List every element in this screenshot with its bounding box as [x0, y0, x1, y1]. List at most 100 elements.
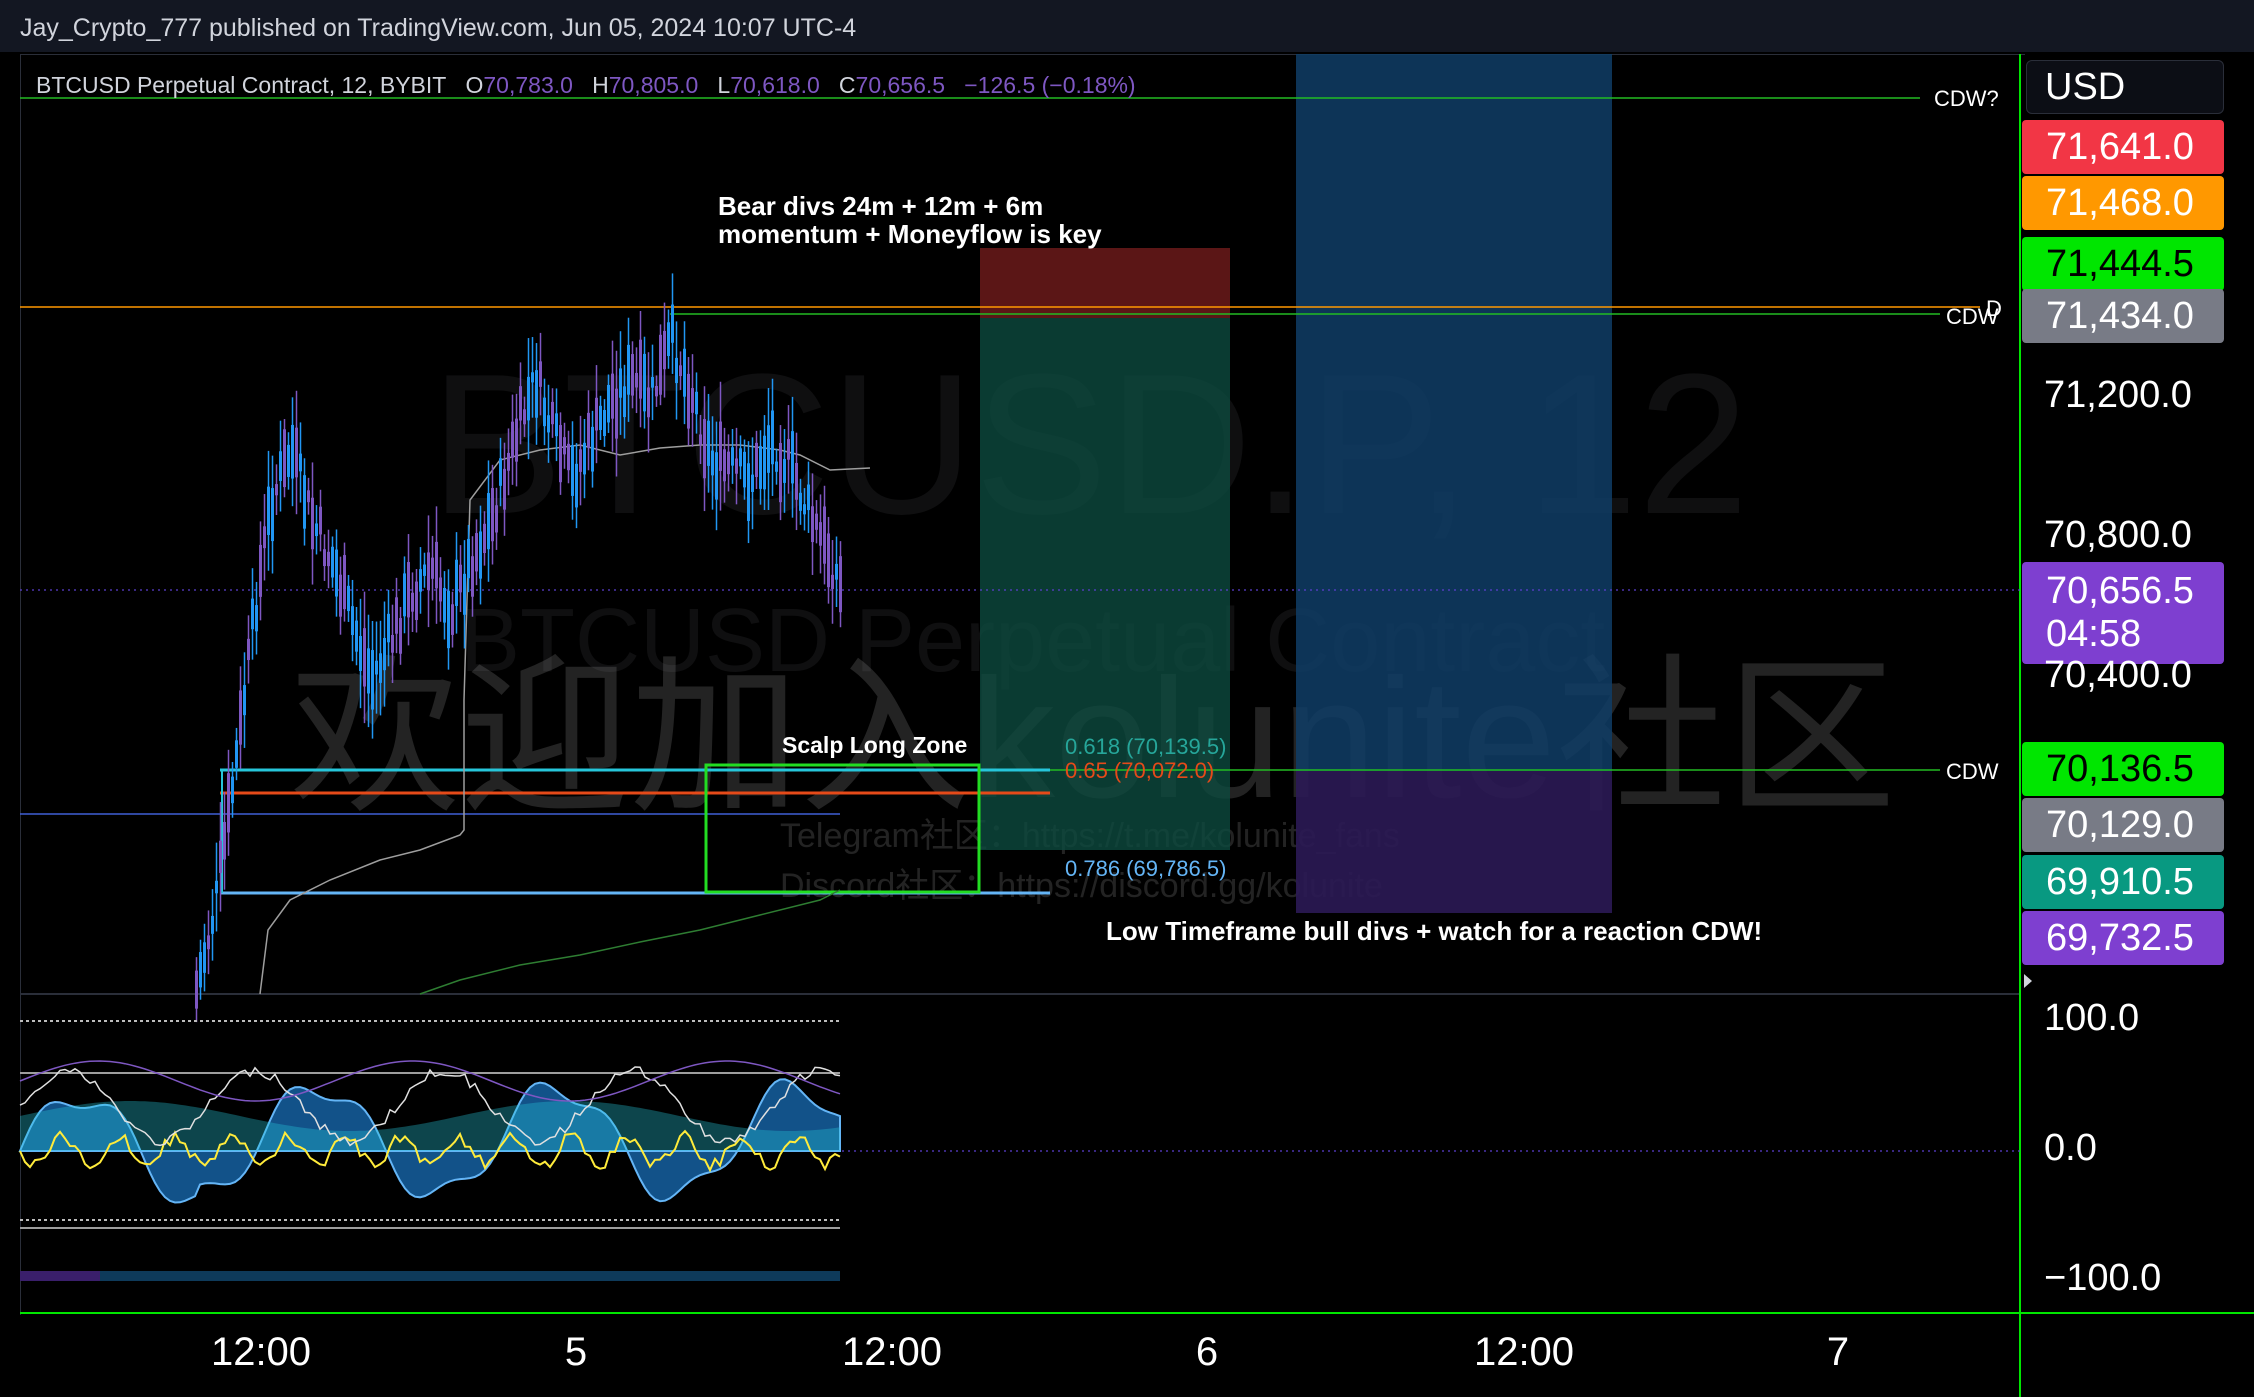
- candle-body: [499, 458, 502, 486]
- candle-body: [223, 822, 226, 860]
- candle-body: [467, 538, 470, 579]
- candle-body: [807, 484, 810, 511]
- candle-body: [803, 504, 806, 515]
- candle-body: [735, 458, 738, 474]
- candle-body: [639, 339, 642, 399]
- high-value: 70,805.0: [608, 72, 699, 98]
- candle-body: [627, 344, 630, 395]
- high-label: H: [592, 72, 609, 98]
- symbol-legend[interactable]: BTCUSD Perpetual Contract, 12, BYBIT O70…: [36, 72, 1136, 99]
- candle-body: [563, 437, 566, 455]
- candle-body: [659, 334, 662, 395]
- candle-body: [507, 452, 510, 471]
- candle-body: [743, 451, 746, 488]
- candle-body: [703, 419, 706, 479]
- time-axis-label: 6: [1195, 1330, 1219, 1374]
- candle-body: [527, 376, 530, 421]
- low-tf-note[interactable]: Low Timeframe bull divs + watch for a re…: [1106, 916, 1762, 947]
- candle-body: [623, 386, 626, 418]
- candle-body: [503, 468, 506, 510]
- symbol-name[interactable]: BTCUSD Perpetual Contract, 12, BYBIT: [36, 72, 446, 98]
- candle-body: [483, 523, 486, 554]
- open-value: 70,783.0: [483, 72, 573, 98]
- bar-countdown: 04:58: [2046, 613, 2142, 655]
- candle-body: [539, 361, 542, 387]
- candle-body: [303, 475, 306, 529]
- candle-body: [343, 555, 346, 610]
- time-axis-label: 12:00: [1473, 1330, 1575, 1374]
- price-axis-label: 71,200.0: [2044, 374, 2192, 416]
- candle-body: [615, 388, 618, 439]
- osc-axis-label: 0.0: [2044, 1127, 2097, 1169]
- candle-body: [515, 418, 518, 462]
- candle-body: [579, 449, 582, 472]
- candle-body: [695, 391, 698, 415]
- candle-body: [655, 385, 658, 397]
- candle-body: [451, 604, 454, 635]
- bear-note-line1[interactable]: Bear divs 24m + 12m + 6m: [718, 191, 1043, 222]
- candle-body: [691, 388, 694, 413]
- candle-body: [731, 447, 734, 466]
- candle-body: [375, 660, 378, 675]
- candle-body: [215, 880, 218, 894]
- candle-body: [543, 397, 546, 427]
- candle-body: [371, 650, 374, 710]
- candle-body: [411, 592, 414, 612]
- candle-body: [835, 563, 838, 580]
- candle-body: [663, 330, 666, 370]
- scalp-zone-label[interactable]: Scalp Long Zone: [782, 732, 967, 759]
- price-tag: 69,732.5: [2022, 911, 2224, 965]
- candle-body: [323, 549, 326, 567]
- candle-body: [591, 426, 594, 472]
- projection-low-zone[interactable]: [1296, 771, 1612, 913]
- candle-body: [199, 952, 202, 988]
- candle-body: [195, 970, 198, 1009]
- chart-canvas[interactable]: [0, 0, 2254, 1397]
- candle-body: [239, 690, 242, 745]
- low-label: L: [717, 72, 731, 98]
- scalp-long-box[interactable]: [704, 763, 981, 894]
- candle-body: [415, 581, 418, 620]
- candle-body: [751, 474, 754, 492]
- candle-body: [799, 492, 802, 511]
- candle-body: [319, 506, 322, 535]
- candle-body: [479, 531, 482, 579]
- candle-body: [219, 840, 222, 873]
- candle-body: [839, 556, 842, 613]
- cdw-top-label: CDW?: [1934, 86, 1999, 111]
- currency-selector[interactable]: USD: [2026, 60, 2224, 114]
- candle-body: [459, 564, 462, 593]
- candle-body: [607, 384, 610, 423]
- open-label: O: [465, 72, 484, 98]
- candlestick-series[interactable]: [195, 273, 842, 1023]
- candle-body: [399, 618, 402, 654]
- bear-note-line2[interactable]: momentum + Moneyflow is key: [718, 219, 1102, 250]
- candle-body: [699, 434, 702, 445]
- candle-body: [463, 573, 466, 615]
- candle-body: [315, 523, 318, 537]
- candle-body: [307, 490, 310, 503]
- time-axis-label: 12:00: [841, 1330, 943, 1374]
- candle-body: [671, 304, 674, 343]
- pane-scale-marker: [2024, 974, 2032, 988]
- candle-body: [447, 590, 450, 649]
- candle-body: [487, 493, 490, 550]
- close-value: 70,656.5: [855, 72, 946, 98]
- candle-body: [635, 372, 638, 388]
- candle-body: [571, 445, 574, 496]
- candle-body: [775, 461, 778, 472]
- candle-body: [755, 442, 758, 477]
- candle-body: [747, 463, 750, 521]
- oscillator-pane[interactable]: [18, 1020, 2020, 1281]
- projection-zone[interactable]: [1296, 54, 1612, 771]
- candle-body: [631, 354, 634, 396]
- candle-body: [727, 451, 730, 475]
- candle-body: [263, 526, 266, 549]
- candle-body: [771, 410, 774, 465]
- candle-body: [535, 370, 538, 418]
- fib-786-label: 0.786 (69,786.5): [1065, 856, 1227, 881]
- candle-body: [619, 368, 622, 398]
- vwap-line: [259, 444, 871, 995]
- candle-body: [403, 573, 406, 617]
- candle-body: [267, 486, 270, 535]
